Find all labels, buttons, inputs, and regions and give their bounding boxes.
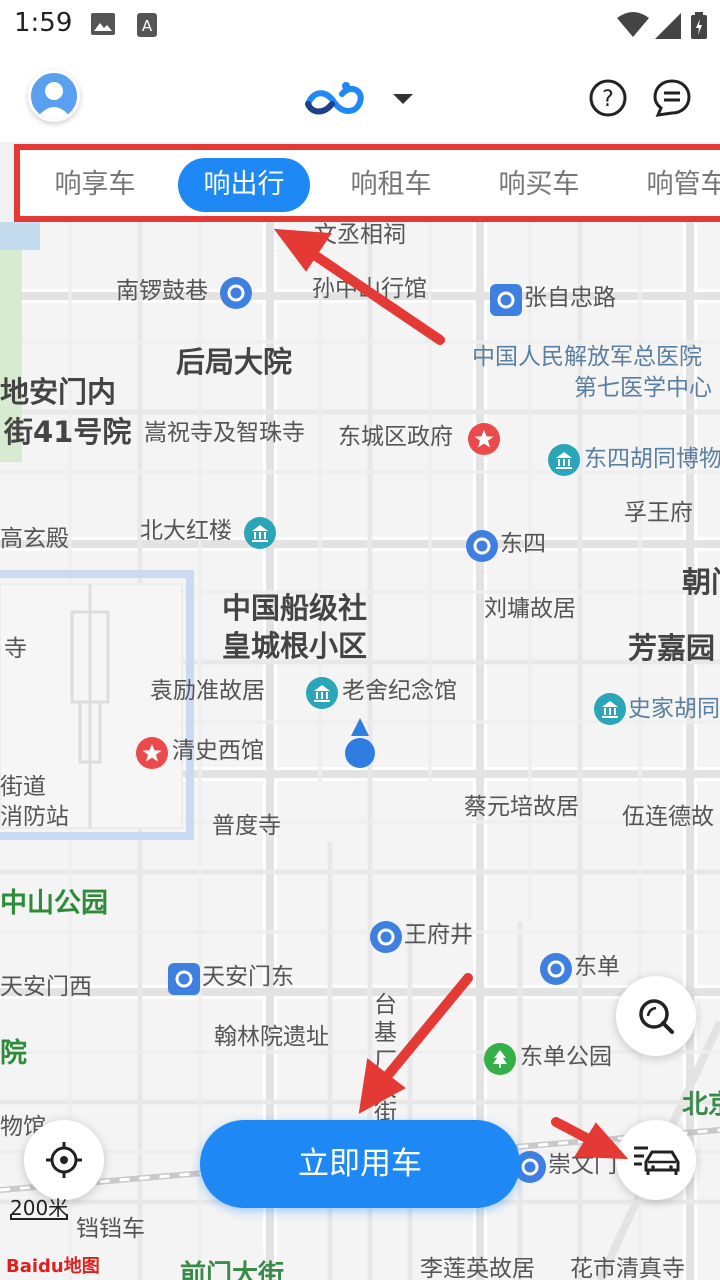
search-button[interactable] — [616, 976, 696, 1056]
map-label: 第七医学中心 — [574, 375, 712, 401]
map-label: 北京 — [682, 1090, 720, 1120]
metro-icon — [220, 277, 252, 309]
museum-icon — [244, 517, 276, 549]
message-icon[interactable] — [652, 78, 692, 118]
map-label: 院 — [0, 1038, 27, 1069]
metro-icon — [540, 953, 572, 985]
museum-icon — [548, 444, 580, 476]
government-icon — [468, 423, 500, 455]
map-label: 厂 — [374, 1048, 397, 1074]
tab-xiangchuxing[interactable]: 响出行 — [178, 158, 310, 212]
map-label: 嵩祝寺及智珠寺 — [144, 420, 305, 446]
map-label: 翰林院遗址 — [214, 1024, 329, 1050]
service-tabs: 响享车 响出行 响租车 响买车 响管车 — [14, 144, 720, 222]
status-time: 1:59 — [14, 8, 73, 38]
map-label: 孙中山行馆 — [312, 276, 427, 302]
map-label: 天安门东 — [202, 964, 294, 990]
map-label: 皇城根小区 — [222, 629, 368, 663]
map-label: 寺 — [4, 636, 27, 662]
map-label: 蔡元培故居 — [464, 794, 579, 820]
map-label: 普度寺 — [212, 813, 281, 839]
map-label: 芳嘉园 — [628, 631, 716, 665]
map-label: 街41号院 — [4, 415, 132, 449]
map-label: 孚王府 — [624, 500, 693, 526]
map-label: 南锣鼓巷 — [116, 278, 208, 304]
map-label: 崇文门 — [548, 1152, 617, 1178]
map-label: 袁励准故居 — [150, 678, 265, 704]
park-icon — [484, 1043, 516, 1075]
avatar[interactable] — [28, 70, 80, 122]
map-label: 东单公园 — [520, 1044, 612, 1070]
gallery-icon — [91, 13, 115, 35]
status-bar: 1:59 A — [0, 0, 720, 50]
locate-button[interactable] — [24, 1120, 104, 1200]
map-label: 消防站 — [0, 804, 69, 830]
map-label: 文丞相祠 — [314, 222, 406, 248]
map-label: 李莲英故居 — [420, 1256, 535, 1280]
baidu-map-logo: Baidu地图 — [6, 1256, 100, 1277]
map-label: 街道 — [0, 774, 46, 800]
map-label: 刘墉故居 — [484, 596, 576, 622]
map-label: 高玄殿 — [0, 526, 69, 552]
metro-icon — [466, 530, 498, 562]
map-label: 大 — [374, 1076, 397, 1102]
map-scale-bar — [10, 1214, 68, 1220]
svg-text:?: ? — [602, 87, 614, 112]
search-icon — [639, 999, 674, 1034]
map-label: 后局大院 — [176, 345, 293, 379]
chevron-down-icon[interactable] — [393, 94, 413, 104]
tab-xiangzuche[interactable]: 响租车 — [336, 158, 446, 212]
map-label: 花市清真寺 — [570, 1256, 685, 1280]
battery-icon — [691, 12, 707, 39]
map-label: 东单 — [574, 954, 620, 980]
car-list-button[interactable] — [616, 1120, 696, 1200]
svg-text:A: A — [142, 17, 153, 35]
brand-logo-icon[interactable] — [300, 74, 370, 120]
map-label: 张自忠路 — [524, 285, 616, 311]
map-label: 北大红楼 — [140, 518, 232, 544]
map-label: 地安门内 — [0, 375, 117, 409]
map-label: 东城区政府 — [338, 424, 453, 450]
map-label: 王府井 — [404, 922, 473, 948]
map-label: 台 — [374, 992, 397, 1018]
tab-xiangmaiche[interactable]: 响买车 — [484, 158, 594, 212]
map-label: 中山公园 — [0, 888, 108, 919]
museum-icon — [594, 693, 626, 725]
use-car-now-button[interactable]: 立即用车 — [200, 1120, 520, 1208]
tab-xiangxiangche[interactable]: 响享车 — [40, 158, 150, 212]
locate-icon — [46, 1142, 82, 1178]
wifi-icon — [617, 12, 649, 37]
map-label: 铛铛车 — [76, 1216, 145, 1242]
landmark-icon — [136, 737, 168, 769]
map-label: 基 — [374, 1020, 397, 1046]
map-label: 天安门西 — [0, 974, 92, 1000]
museum-icon — [306, 677, 338, 709]
map-label: 老舍纪念馆 — [342, 678, 457, 704]
metro-icon — [490, 284, 522, 316]
map-label: 伍连德故 — [622, 804, 714, 830]
user-icon — [36, 82, 72, 119]
map-label: 史家胡同 — [628, 696, 720, 722]
map-label: 中国船级社 — [222, 591, 368, 625]
map-label: 东四胡同博物 — [584, 446, 720, 472]
signal-icon — [655, 13, 681, 39]
help-icon[interactable]: ? — [588, 78, 628, 118]
font-icon: A — [137, 13, 157, 37]
car-list-icon — [634, 1146, 680, 1175]
map-label: 前门大街 — [180, 1260, 285, 1280]
app-header: ? — [0, 50, 720, 142]
map-label: 东四 — [500, 531, 546, 557]
tab-xiangguanche[interactable]: 响管车 — [632, 158, 720, 212]
metro-icon — [370, 921, 402, 953]
map-label: 清史西馆 — [172, 738, 264, 764]
metro-icon — [168, 963, 200, 995]
map-label: 朝门 — [682, 565, 720, 599]
map-label: 中国人民解放军总医院 — [472, 344, 702, 370]
